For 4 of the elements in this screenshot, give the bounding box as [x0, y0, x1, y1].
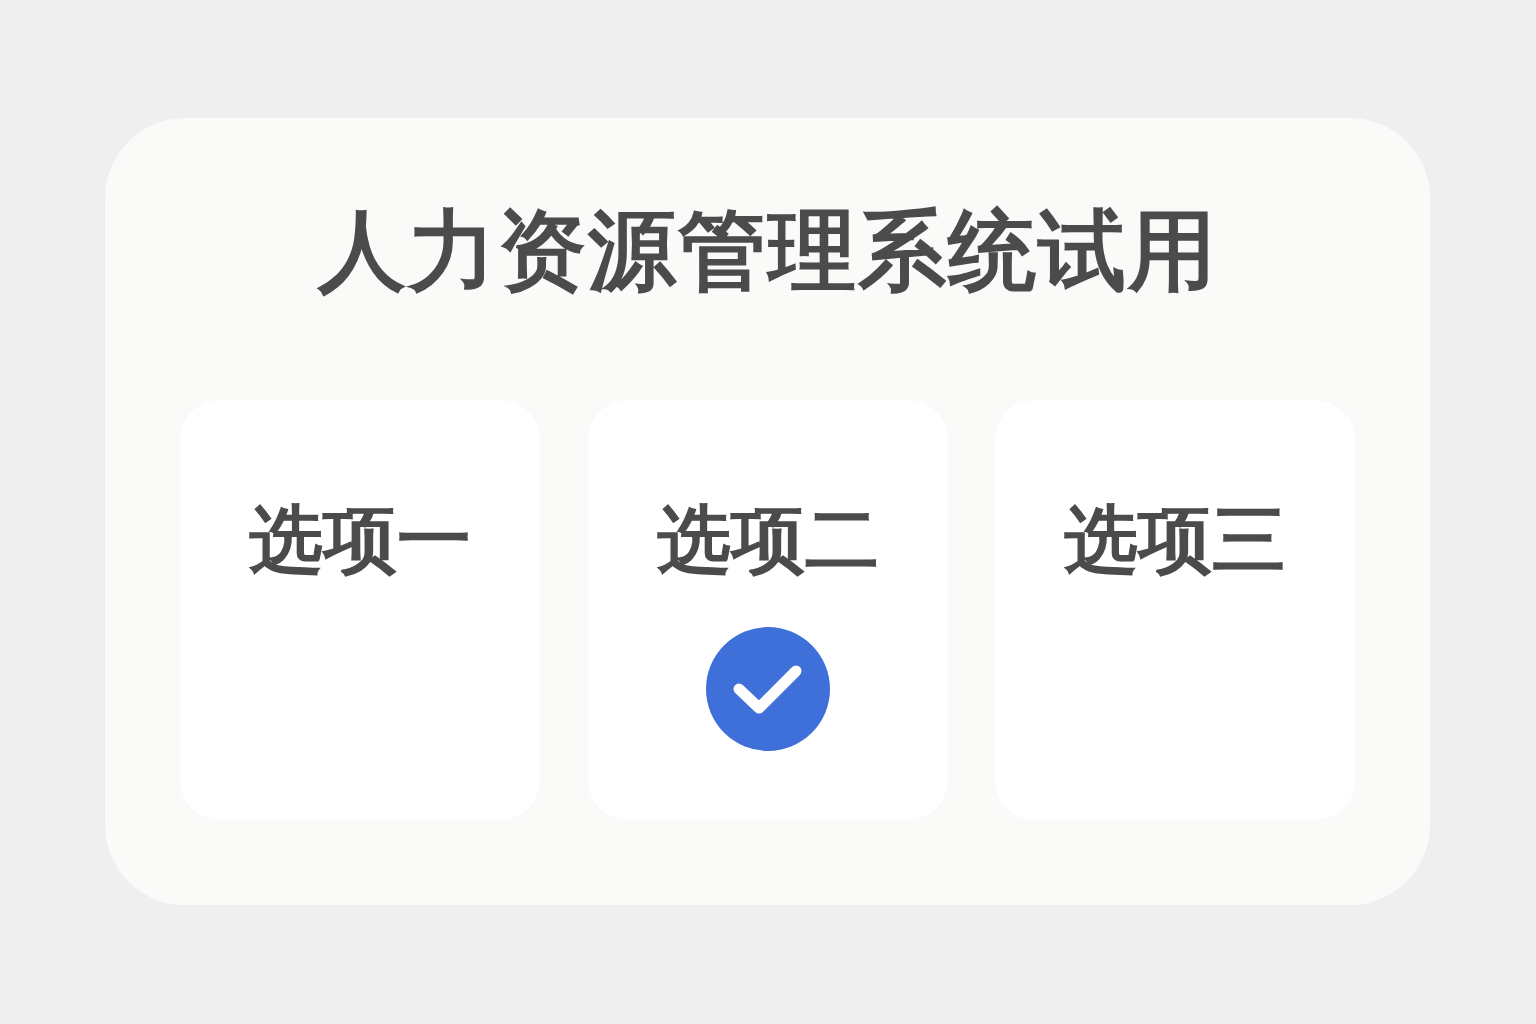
option-card[interactable]: 选项三 — [995, 400, 1355, 820]
option-card[interactable]: 选项一 — [180, 400, 540, 820]
page-title: 人力资源管理系统试用 — [317, 200, 1218, 302]
option-card[interactable]: 选项二 — [587, 400, 948, 820]
